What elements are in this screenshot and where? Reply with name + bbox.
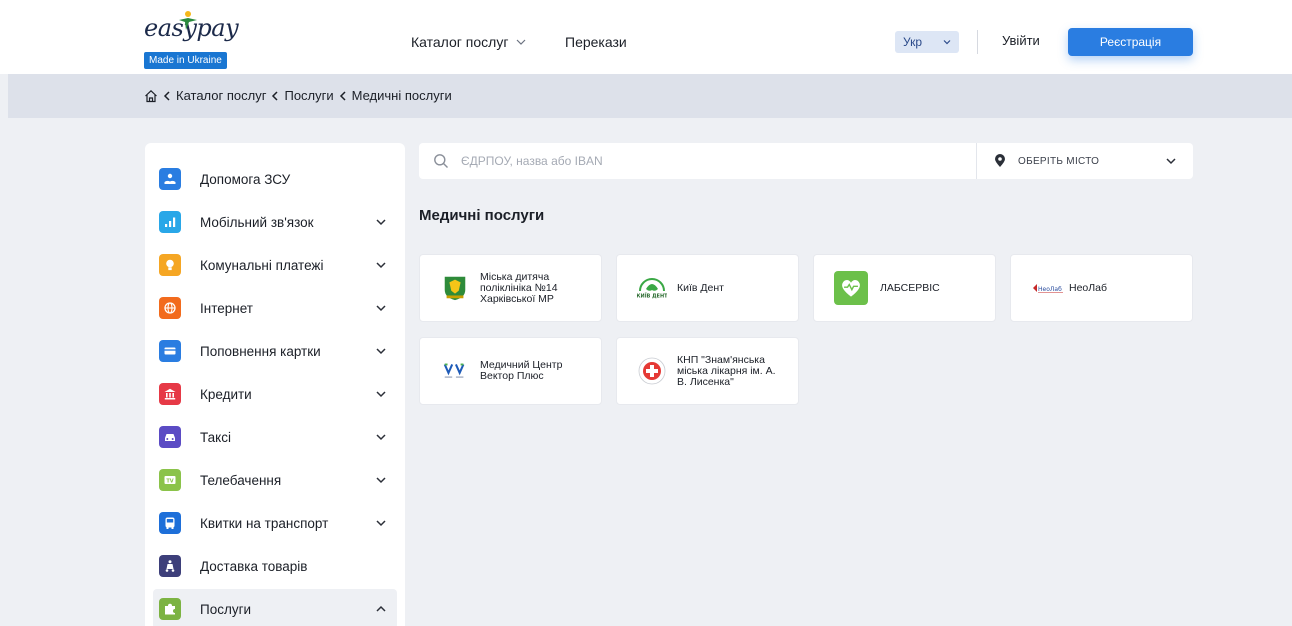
sidebar-item-label: Телебачення <box>200 472 282 488</box>
card-name: ЛАБСЕРВІС <box>880 281 940 294</box>
category-sidebar: Допомога ЗСУ Мобільний зв'язок Комунальн… <box>145 143 405 626</box>
sidebar-item-tickets[interactable]: Квитки на транспорт <box>153 503 397 543</box>
chevron-down-icon <box>376 520 386 527</box>
chevron-left-icon <box>339 90 346 101</box>
card-name: Київ Дент <box>677 281 724 294</box>
service-card[interactable]: НеоЛаб НеоЛаб <box>1010 254 1193 322</box>
nav-catalog-label: Каталог послуг <box>411 34 509 50</box>
puzzle-icon <box>159 598 181 620</box>
sidebar-item-zsu[interactable]: Допомога ЗСУ <box>153 159 397 199</box>
kyiv-dent-icon: КИЇВ ДЕНТ <box>637 273 667 303</box>
sidebar-item-utilities[interactable]: Комунальні платежі <box>153 245 397 285</box>
sidebar-item-label: Доставка товарів <box>200 558 308 574</box>
bank-icon <box>159 383 181 405</box>
header-divider <box>977 30 978 54</box>
search-bar: ОБЕРІТЬ МІСТО <box>419 143 1193 179</box>
service-card[interactable]: Медичний Центр Вектор Плюс <box>419 337 602 405</box>
chevron-down-icon <box>376 305 386 312</box>
chevron-down-icon <box>1166 158 1176 165</box>
chevron-down-icon <box>376 348 386 355</box>
sidebar-item-delivery[interactable]: Доставка товарів <box>153 546 397 586</box>
sidebar-item-label: Поповнення картки <box>200 343 321 359</box>
car-icon <box>159 426 181 448</box>
vector-plus-icon <box>440 356 470 386</box>
sidebar-item-label: Квитки на транспорт <box>200 515 329 531</box>
service-card[interactable]: Міська дитяча поліклініка №14 Харківсько… <box>419 254 602 322</box>
card-name: КНП "Знам'янська міська лікарня ім. А. В… <box>677 353 776 388</box>
sidebar-item-label: Інтернет <box>200 300 253 316</box>
sidebar-item-credits[interactable]: Кредити <box>153 374 397 414</box>
made-in-ukraine-badge: Made in Ukraine <box>144 52 227 69</box>
chevron-down-icon <box>943 40 951 45</box>
svg-text:КИЇВ ДЕНТ: КИЇВ ДЕНТ <box>637 293 667 300</box>
heart-pulse-icon <box>834 271 868 305</box>
logo-figure-icon <box>179 11 197 30</box>
chevron-down-icon <box>376 219 386 226</box>
register-button[interactable]: Реєстрація <box>1068 28 1193 56</box>
breadcrumb: Каталог послуг Послуги Медичні послуги <box>144 88 452 103</box>
breadcrumb-catalog[interactable]: Каталог послуг <box>176 88 266 103</box>
scooter-icon <box>159 555 181 577</box>
chevron-down-icon <box>376 391 386 398</box>
map-pin-icon <box>995 154 1005 167</box>
breadcrumb-medical: Медичні послуги <box>351 88 452 103</box>
sidebar-item-mobile[interactable]: Мобільний зв'язок <box>153 202 397 242</box>
chevron-down-icon <box>376 262 386 269</box>
sidebar-item-label: Послуги <box>200 601 252 617</box>
top-header: easypay Made in Ukraine Каталог послуг П… <box>0 0 1292 74</box>
easypay-logo[interactable]: easypay Made in Ukraine <box>144 11 239 72</box>
sidebar-item-taxi[interactable]: Таксі <box>153 417 397 457</box>
chevron-down-icon <box>517 39 526 45</box>
kharkiv-crest-icon <box>440 273 470 303</box>
card-name: Медичний Центр Вектор Плюс <box>480 359 563 382</box>
home-icon[interactable] <box>144 89 158 103</box>
card-name: НеоЛаб <box>1069 281 1108 294</box>
chevron-down-icon <box>376 434 386 441</box>
sidebar-item-card-topup[interactable]: Поповнення картки <box>153 331 397 371</box>
city-label: ОБЕРІТЬ МІСТО <box>1018 155 1100 167</box>
breadcrumb-services[interactable]: Послуги <box>284 88 333 103</box>
chevron-up-icon <box>376 605 386 612</box>
city-select[interactable]: ОБЕРІТЬ МІСТО <box>994 143 1189 179</box>
lightbulb-icon <box>159 254 181 276</box>
sidebar-item-internet[interactable]: Інтернет <box>153 288 397 328</box>
globe-icon <box>159 297 181 319</box>
service-card[interactable]: КНП "Знам'янська міська лікарня ім. А. В… <box>616 337 799 405</box>
tv-icon: TV <box>159 469 181 491</box>
sidebar-item-label: Мобільний зв'язок <box>200 214 314 230</box>
card-icon <box>159 340 181 362</box>
red-cross-icon <box>637 356 667 386</box>
card-name: Міська дитяча поліклініка №14 Харківсько… <box>480 270 558 305</box>
search-divider <box>976 143 977 179</box>
search-icon <box>434 154 448 168</box>
sidebar-item-label: Кредити <box>200 386 252 402</box>
sidebar-item-label: Допомога ЗСУ <box>200 171 291 187</box>
language-label: Укр <box>903 35 923 49</box>
sidebar-item-services[interactable]: Послуги <box>153 589 397 626</box>
search-input[interactable] <box>461 149 981 173</box>
sidebar-item-label: Комунальні платежі <box>200 257 324 273</box>
chevron-down-icon <box>376 477 386 484</box>
chevron-left-icon <box>163 90 170 101</box>
logo-pay: pay <box>196 14 239 42</box>
neolab-icon: НеоЛаб <box>1031 273 1065 303</box>
nav-transfers[interactable]: Перекази <box>565 34 627 50</box>
service-card[interactable]: КИЇВ ДЕНТ Київ Дент <box>616 254 799 322</box>
page-title: Медичні послуги <box>419 207 545 224</box>
chevron-left-icon <box>272 90 278 101</box>
bus-icon <box>159 512 181 534</box>
svg-text:НеоЛаб: НеоЛаб <box>1038 286 1062 293</box>
donation-icon <box>159 168 181 190</box>
login-link[interactable]: Увійти <box>1002 33 1040 48</box>
signal-bars-icon <box>159 211 181 233</box>
service-card[interactable]: ЛАБСЕРВІС <box>813 254 996 322</box>
nav-catalog[interactable]: Каталог послуг <box>411 34 526 50</box>
sidebar-item-tv[interactable]: TV Телебачення <box>153 460 397 500</box>
language-select[interactable]: Укр <box>895 31 959 53</box>
sidebar-item-label: Таксі <box>200 429 231 445</box>
svg-text:TV: TV <box>166 478 173 484</box>
